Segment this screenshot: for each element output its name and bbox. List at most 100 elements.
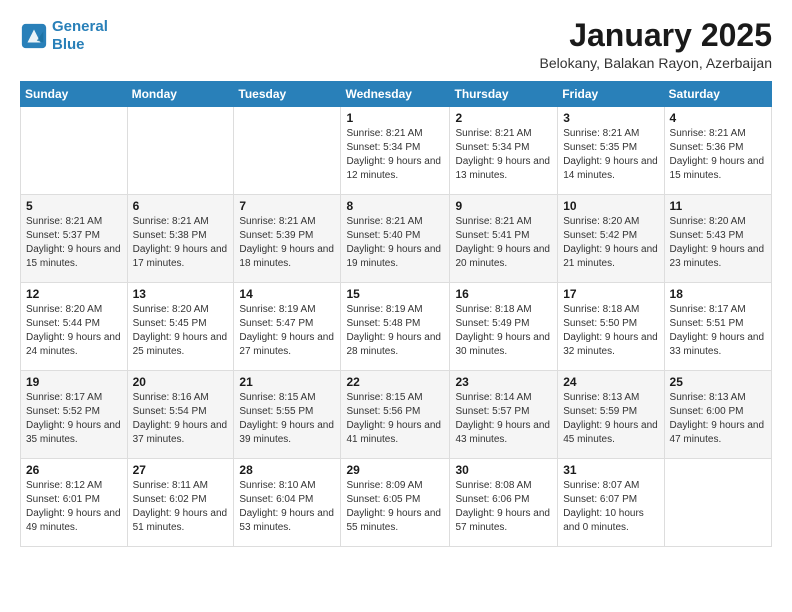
cell-daylight: Daylight: 9 hours and 13 minutes. xyxy=(455,155,552,183)
calendar-cell: 23 Sunrise: 8:14 AM Sunset: 5:57 PM Dayl… xyxy=(450,371,558,459)
calendar-cell: 20 Sunrise: 8:16 AM Sunset: 5:54 PM Dayl… xyxy=(127,371,234,459)
cell-daylight: Daylight: 9 hours and 17 minutes. xyxy=(133,243,229,271)
cell-daylight: Daylight: 10 hours and 0 minutes. xyxy=(563,507,658,535)
cell-sunrise: Sunrise: 8:15 AM xyxy=(239,391,335,405)
header-monday: Monday xyxy=(127,82,234,107)
calendar-cell: 3 Sunrise: 8:21 AM Sunset: 5:35 PM Dayli… xyxy=(558,107,664,195)
cell-sunrise: Sunrise: 8:21 AM xyxy=(346,127,444,141)
cell-sunset: Sunset: 5:40 PM xyxy=(346,229,444,243)
calendar-week-row: 5 Sunrise: 8:21 AM Sunset: 5:37 PM Dayli… xyxy=(21,195,772,283)
cell-sunrise: Sunrise: 8:21 AM xyxy=(26,215,122,229)
cell-sunset: Sunset: 5:43 PM xyxy=(670,229,766,243)
cell-daylight: Daylight: 9 hours and 51 minutes. xyxy=(133,507,229,535)
cell-daylight: Daylight: 9 hours and 37 minutes. xyxy=(133,419,229,447)
logo: General Blue xyxy=(20,18,108,54)
logo-general: General xyxy=(52,18,108,35)
cell-sunrise: Sunrise: 8:09 AM xyxy=(346,479,444,493)
cell-sunrise: Sunrise: 8:19 AM xyxy=(239,303,335,317)
cell-day-number: 7 xyxy=(239,199,335,213)
cell-daylight: Daylight: 9 hours and 20 minutes. xyxy=(455,243,552,271)
calendar-cell xyxy=(664,459,771,547)
cell-sunset: Sunset: 6:06 PM xyxy=(455,493,552,507)
cell-day-number: 14 xyxy=(239,287,335,301)
cell-sunset: Sunset: 5:47 PM xyxy=(239,317,335,331)
calendar-cell: 21 Sunrise: 8:15 AM Sunset: 5:55 PM Dayl… xyxy=(234,371,341,459)
cell-sunset: Sunset: 5:49 PM xyxy=(455,317,552,331)
cell-sunrise: Sunrise: 8:15 AM xyxy=(346,391,444,405)
cell-sunset: Sunset: 5:50 PM xyxy=(563,317,658,331)
cell-day-number: 5 xyxy=(26,199,122,213)
calendar-cell: 2 Sunrise: 8:21 AM Sunset: 5:34 PM Dayli… xyxy=(450,107,558,195)
cell-sunset: Sunset: 5:57 PM xyxy=(455,405,552,419)
cell-sunrise: Sunrise: 8:21 AM xyxy=(346,215,444,229)
cell-day-number: 16 xyxy=(455,287,552,301)
calendar-cell: 4 Sunrise: 8:21 AM Sunset: 5:36 PM Dayli… xyxy=(664,107,771,195)
cell-sunrise: Sunrise: 8:21 AM xyxy=(455,215,552,229)
calendar-cell: 25 Sunrise: 8:13 AM Sunset: 6:00 PM Dayl… xyxy=(664,371,771,459)
calendar-header-row: Sunday Monday Tuesday Wednesday Thursday… xyxy=(21,82,772,107)
cell-daylight: Daylight: 9 hours and 39 minutes. xyxy=(239,419,335,447)
cell-sunrise: Sunrise: 8:20 AM xyxy=(670,215,766,229)
title-area: January 2025 Belokany, Balakan Rayon, Az… xyxy=(540,18,772,71)
calendar-cell: 5 Sunrise: 8:21 AM Sunset: 5:37 PM Dayli… xyxy=(21,195,128,283)
calendar-body: 1 Sunrise: 8:21 AM Sunset: 5:34 PM Dayli… xyxy=(21,107,772,547)
cell-sunset: Sunset: 5:52 PM xyxy=(26,405,122,419)
cell-daylight: Daylight: 9 hours and 41 minutes. xyxy=(346,419,444,447)
cell-sunset: Sunset: 5:51 PM xyxy=(670,317,766,331)
header-saturday: Saturday xyxy=(664,82,771,107)
cell-daylight: Daylight: 9 hours and 19 minutes. xyxy=(346,243,444,271)
cell-day-number: 18 xyxy=(670,287,766,301)
cell-day-number: 22 xyxy=(346,375,444,389)
cell-daylight: Daylight: 9 hours and 12 minutes. xyxy=(346,155,444,183)
subtitle: Belokany, Balakan Rayon, Azerbaijan xyxy=(540,55,772,71)
cell-sunset: Sunset: 6:05 PM xyxy=(346,493,444,507)
calendar-cell: 18 Sunrise: 8:17 AM Sunset: 5:51 PM Dayl… xyxy=(664,283,771,371)
cell-day-number: 13 xyxy=(133,287,229,301)
cell-daylight: Daylight: 9 hours and 30 minutes. xyxy=(455,331,552,359)
cell-sunrise: Sunrise: 8:18 AM xyxy=(455,303,552,317)
calendar-cell: 1 Sunrise: 8:21 AM Sunset: 5:34 PM Dayli… xyxy=(341,107,450,195)
cell-day-number: 1 xyxy=(346,111,444,125)
cell-sunrise: Sunrise: 8:13 AM xyxy=(563,391,658,405)
cell-sunrise: Sunrise: 8:08 AM xyxy=(455,479,552,493)
cell-sunset: Sunset: 6:01 PM xyxy=(26,493,122,507)
calendar-cell: 27 Sunrise: 8:11 AM Sunset: 6:02 PM Dayl… xyxy=(127,459,234,547)
cell-sunset: Sunset: 5:36 PM xyxy=(670,141,766,155)
cell-day-number: 9 xyxy=(455,199,552,213)
cell-day-number: 24 xyxy=(563,375,658,389)
cell-daylight: Daylight: 9 hours and 27 minutes. xyxy=(239,331,335,359)
cell-sunrise: Sunrise: 8:16 AM xyxy=(133,391,229,405)
cell-daylight: Daylight: 9 hours and 24 minutes. xyxy=(26,331,122,359)
cell-day-number: 29 xyxy=(346,463,444,477)
cell-daylight: Daylight: 9 hours and 33 minutes. xyxy=(670,331,766,359)
calendar-week-row: 19 Sunrise: 8:17 AM Sunset: 5:52 PM Dayl… xyxy=(21,371,772,459)
cell-sunrise: Sunrise: 8:17 AM xyxy=(670,303,766,317)
cell-day-number: 28 xyxy=(239,463,335,477)
cell-day-number: 4 xyxy=(670,111,766,125)
cell-day-number: 27 xyxy=(133,463,229,477)
cell-sunset: Sunset: 5:54 PM xyxy=(133,405,229,419)
cell-daylight: Daylight: 9 hours and 57 minutes. xyxy=(455,507,552,535)
cell-sunset: Sunset: 5:35 PM xyxy=(563,141,658,155)
cell-day-number: 31 xyxy=(563,463,658,477)
cell-sunset: Sunset: 5:55 PM xyxy=(239,405,335,419)
header-thursday: Thursday xyxy=(450,82,558,107)
calendar-cell: 26 Sunrise: 8:12 AM Sunset: 6:01 PM Dayl… xyxy=(21,459,128,547)
cell-sunset: Sunset: 5:45 PM xyxy=(133,317,229,331)
cell-sunrise: Sunrise: 8:20 AM xyxy=(563,215,658,229)
cell-daylight: Daylight: 9 hours and 15 minutes. xyxy=(670,155,766,183)
cell-day-number: 26 xyxy=(26,463,122,477)
cell-sunrise: Sunrise: 8:21 AM xyxy=(133,215,229,229)
calendar-week-row: 1 Sunrise: 8:21 AM Sunset: 5:34 PM Dayli… xyxy=(21,107,772,195)
calendar-week-row: 12 Sunrise: 8:20 AM Sunset: 5:44 PM Dayl… xyxy=(21,283,772,371)
cell-sunset: Sunset: 5:34 PM xyxy=(346,141,444,155)
cell-daylight: Daylight: 9 hours and 15 minutes. xyxy=(26,243,122,271)
cell-day-number: 23 xyxy=(455,375,552,389)
cell-sunrise: Sunrise: 8:17 AM xyxy=(26,391,122,405)
cell-daylight: Daylight: 9 hours and 28 minutes. xyxy=(346,331,444,359)
cell-day-number: 3 xyxy=(563,111,658,125)
calendar-cell: 15 Sunrise: 8:19 AM Sunset: 5:48 PM Dayl… xyxy=(341,283,450,371)
calendar-cell: 7 Sunrise: 8:21 AM Sunset: 5:39 PM Dayli… xyxy=(234,195,341,283)
header-sunday: Sunday xyxy=(21,82,128,107)
cell-sunrise: Sunrise: 8:20 AM xyxy=(133,303,229,317)
